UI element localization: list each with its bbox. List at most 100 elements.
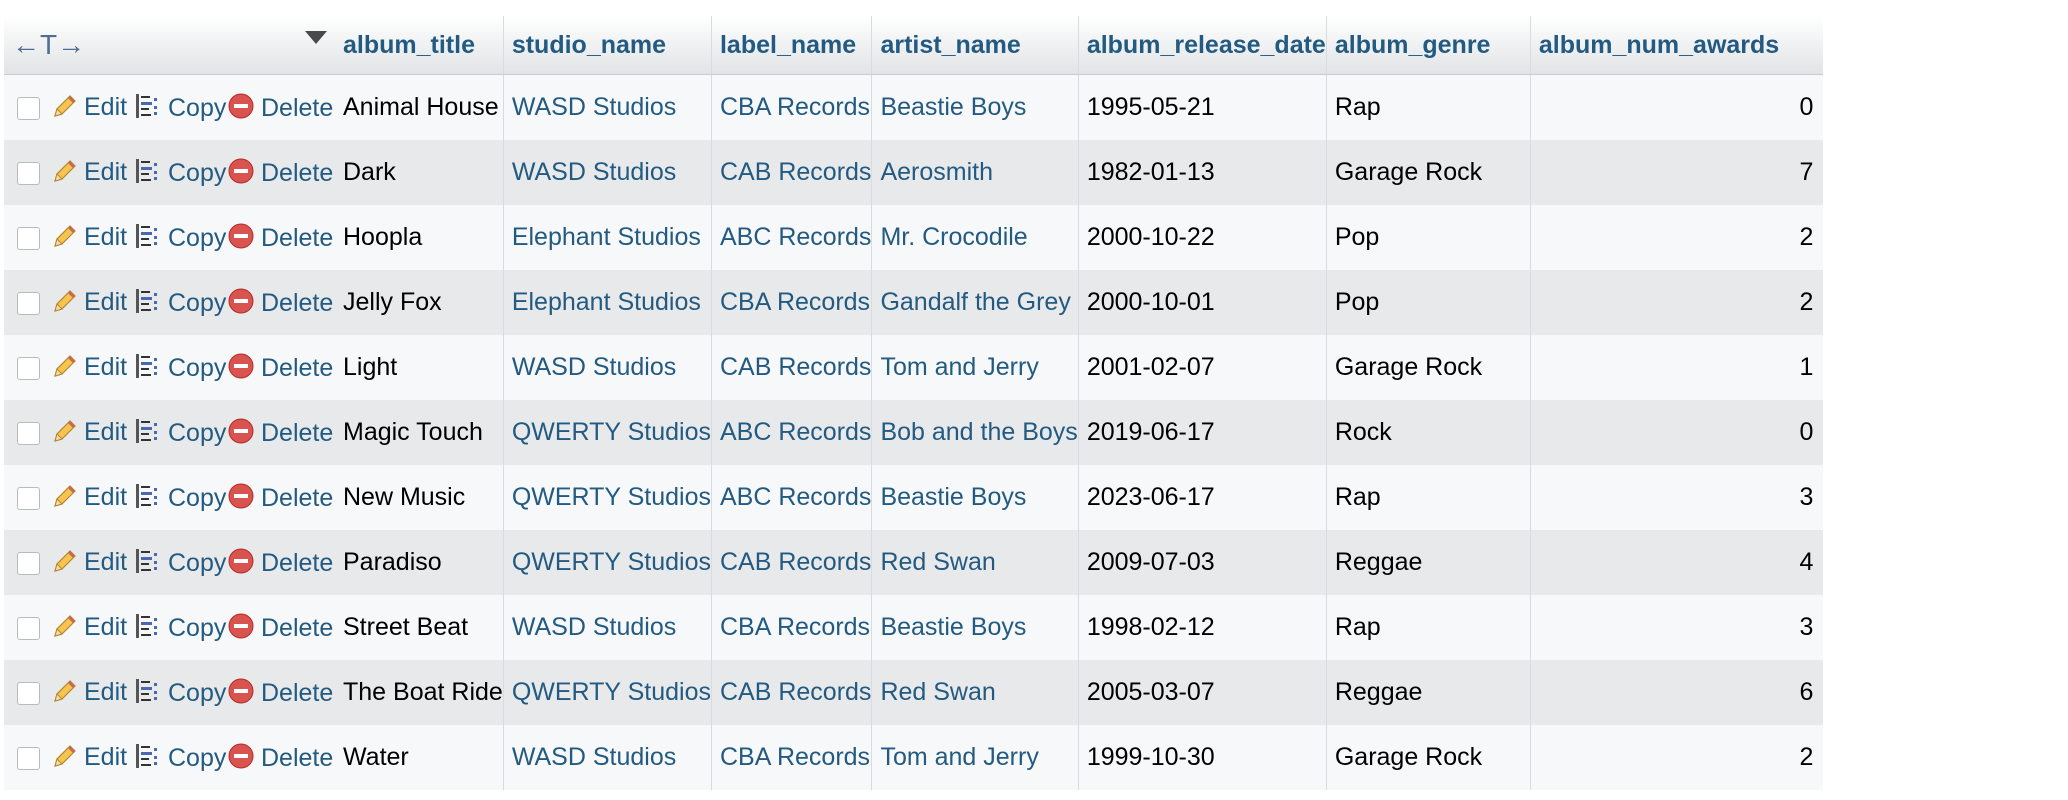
cell-label-name[interactable]: CAB Records bbox=[711, 140, 873, 205]
delete-label: Delete bbox=[261, 744, 334, 772]
row-checkbox[interactable] bbox=[16, 161, 40, 185]
delete-button[interactable]: Delete bbox=[227, 595, 335, 660]
cell-label-name[interactable]: ABC Records bbox=[711, 205, 873, 270]
edit-label: Edit bbox=[84, 158, 128, 186]
copy-button[interactable]: Copy bbox=[134, 400, 227, 465]
cell-studio-name[interactable]: WASD Studios bbox=[503, 725, 712, 790]
delete-button[interactable]: Delete bbox=[227, 660, 335, 725]
cell-studio-name[interactable]: WASD Studios bbox=[503, 335, 712, 400]
cell-studio-name[interactable]: QWERTY Studios bbox=[503, 660, 712, 725]
cell-artist-name[interactable]: Mr. Crocodile bbox=[871, 205, 1079, 270]
cell-label-name[interactable]: CBA Records bbox=[711, 74, 873, 140]
cell-artist-name[interactable]: Red Swan bbox=[871, 660, 1079, 725]
cell-label-name[interactable]: CBA Records bbox=[711, 595, 873, 660]
edit-button[interactable]: Edit bbox=[52, 140, 134, 205]
edit-button[interactable]: Edit bbox=[52, 270, 134, 335]
edit-button[interactable]: Edit bbox=[52, 530, 134, 595]
column-header-album_release_date[interactable]: album_release_date bbox=[1078, 16, 1327, 75]
copy-button[interactable]: Copy bbox=[134, 530, 227, 595]
copy-button[interactable]: Copy bbox=[134, 205, 227, 270]
cell-artist-name[interactable]: Tom and Jerry bbox=[871, 335, 1079, 400]
row-checkbox[interactable] bbox=[16, 551, 40, 575]
column-header-artist_name[interactable]: artist_name bbox=[871, 16, 1079, 75]
row-checkbox[interactable] bbox=[16, 746, 40, 770]
column-arrows-icon[interactable]: ←T→ bbox=[4, 29, 85, 60]
edit-button[interactable]: Edit bbox=[52, 595, 134, 660]
row-checkbox[interactable] bbox=[16, 356, 40, 380]
copy-button[interactable]: Copy bbox=[134, 725, 227, 790]
row-checkbox[interactable] bbox=[16, 486, 40, 510]
delete-button[interactable]: Delete bbox=[227, 205, 335, 270]
cell-artist-name[interactable]: Beastie Boys bbox=[871, 465, 1079, 530]
delete-label: Delete bbox=[261, 224, 334, 252]
cell-album-num-awards: 6 bbox=[1530, 660, 1824, 725]
row-checkbox[interactable] bbox=[16, 291, 40, 315]
pencil-icon bbox=[54, 680, 76, 702]
row-checkbox[interactable] bbox=[16, 226, 40, 250]
row-checkbox[interactable] bbox=[16, 421, 40, 445]
cell-studio-name[interactable]: WASD Studios bbox=[503, 140, 712, 205]
cell-album-num-awards: 3 bbox=[1530, 595, 1824, 660]
column-header-studio_name[interactable]: studio_name bbox=[503, 16, 712, 75]
edit-button[interactable]: Edit bbox=[52, 205, 134, 270]
delete-button[interactable]: Delete bbox=[227, 140, 335, 205]
row-checkbox[interactable] bbox=[16, 96, 40, 120]
delete-button[interactable]: Delete bbox=[227, 530, 335, 595]
cell-label-name[interactable]: CAB Records bbox=[711, 335, 873, 400]
edit-button[interactable]: Edit bbox=[52, 74, 134, 140]
cell-label-name[interactable]: CAB Records bbox=[711, 530, 873, 595]
cell-studio-name[interactable]: QWERTY Studios bbox=[503, 400, 712, 465]
row-checkbox[interactable] bbox=[16, 616, 40, 640]
cell-label-name[interactable]: ABC Records bbox=[711, 400, 873, 465]
cell-studio-name[interactable]: QWERTY Studios bbox=[503, 465, 712, 530]
cell-label-name[interactable]: CBA Records bbox=[711, 270, 873, 335]
copy-button[interactable]: Copy bbox=[134, 465, 227, 530]
edit-button[interactable]: Edit bbox=[52, 335, 134, 400]
copy-button[interactable]: Copy bbox=[134, 660, 227, 725]
delete-button[interactable]: Delete bbox=[227, 725, 335, 790]
cell-artist-name[interactable]: Tom and Jerry bbox=[871, 725, 1079, 790]
delete-button[interactable]: Delete bbox=[227, 465, 335, 530]
cell-studio-name[interactable]: Elephant Studios bbox=[503, 205, 712, 270]
cell-studio-name[interactable]: WASD Studios bbox=[503, 74, 712, 140]
cell-studio-name[interactable]: Elephant Studios bbox=[503, 270, 712, 335]
column-header-album_num_awards[interactable]: album_num_awards bbox=[1530, 16, 1824, 75]
cell-album-title: New Music bbox=[335, 465, 504, 530]
delete-button[interactable]: Delete bbox=[227, 74, 335, 140]
edit-button[interactable]: Edit bbox=[52, 400, 134, 465]
cell-artist-name[interactable]: Beastie Boys bbox=[871, 74, 1079, 140]
delete-button[interactable]: Delete bbox=[227, 270, 335, 335]
cell-album-genre: Rap bbox=[1326, 74, 1531, 140]
cell-label-name[interactable]: CBA Records bbox=[711, 725, 873, 790]
cell-label-name[interactable]: CAB Records bbox=[711, 660, 873, 725]
copy-button[interactable]: Copy bbox=[134, 595, 227, 660]
cell-album-num-awards: 0 bbox=[1530, 400, 1824, 465]
pencil-icon bbox=[54, 550, 76, 572]
sort-options-icon[interactable] bbox=[305, 31, 327, 44]
cell-studio-name[interactable]: WASD Studios bbox=[503, 595, 712, 660]
cell-artist-name[interactable]: Red Swan bbox=[871, 530, 1079, 595]
delete-button[interactable]: Delete bbox=[227, 335, 335, 400]
column-header-album_title[interactable]: album_title bbox=[335, 16, 504, 75]
cell-artist-name[interactable]: Gandalf the Grey bbox=[871, 270, 1079, 335]
cell-artist-name[interactable]: Aerosmith bbox=[871, 140, 1079, 205]
cell-artist-name[interactable]: Bob and the Boys bbox=[871, 400, 1079, 465]
delete-label: Delete bbox=[261, 159, 334, 187]
copy-button[interactable]: Copy bbox=[134, 140, 227, 205]
cell-artist-name[interactable]: Beastie Boys bbox=[871, 595, 1079, 660]
copy-label: Copy bbox=[168, 354, 227, 382]
edit-button[interactable]: Edit bbox=[52, 465, 134, 530]
cell-album-release-date: 1999-10-30 bbox=[1078, 725, 1327, 790]
edit-button[interactable]: Edit bbox=[52, 725, 134, 790]
copy-button[interactable]: Copy bbox=[134, 335, 227, 400]
edit-button[interactable]: Edit bbox=[52, 660, 134, 725]
cell-album-release-date: 1998-02-12 bbox=[1078, 595, 1327, 660]
cell-label-name[interactable]: ABC Records bbox=[711, 465, 873, 530]
copy-button[interactable]: Copy bbox=[134, 270, 227, 335]
column-header-label_name[interactable]: label_name bbox=[711, 16, 873, 75]
delete-button[interactable]: Delete bbox=[227, 400, 335, 465]
cell-studio-name[interactable]: QWERTY Studios bbox=[503, 530, 712, 595]
row-checkbox[interactable] bbox=[16, 681, 40, 705]
copy-button[interactable]: Copy bbox=[134, 74, 227, 140]
column-header-album_genre[interactable]: album_genre bbox=[1326, 16, 1531, 75]
